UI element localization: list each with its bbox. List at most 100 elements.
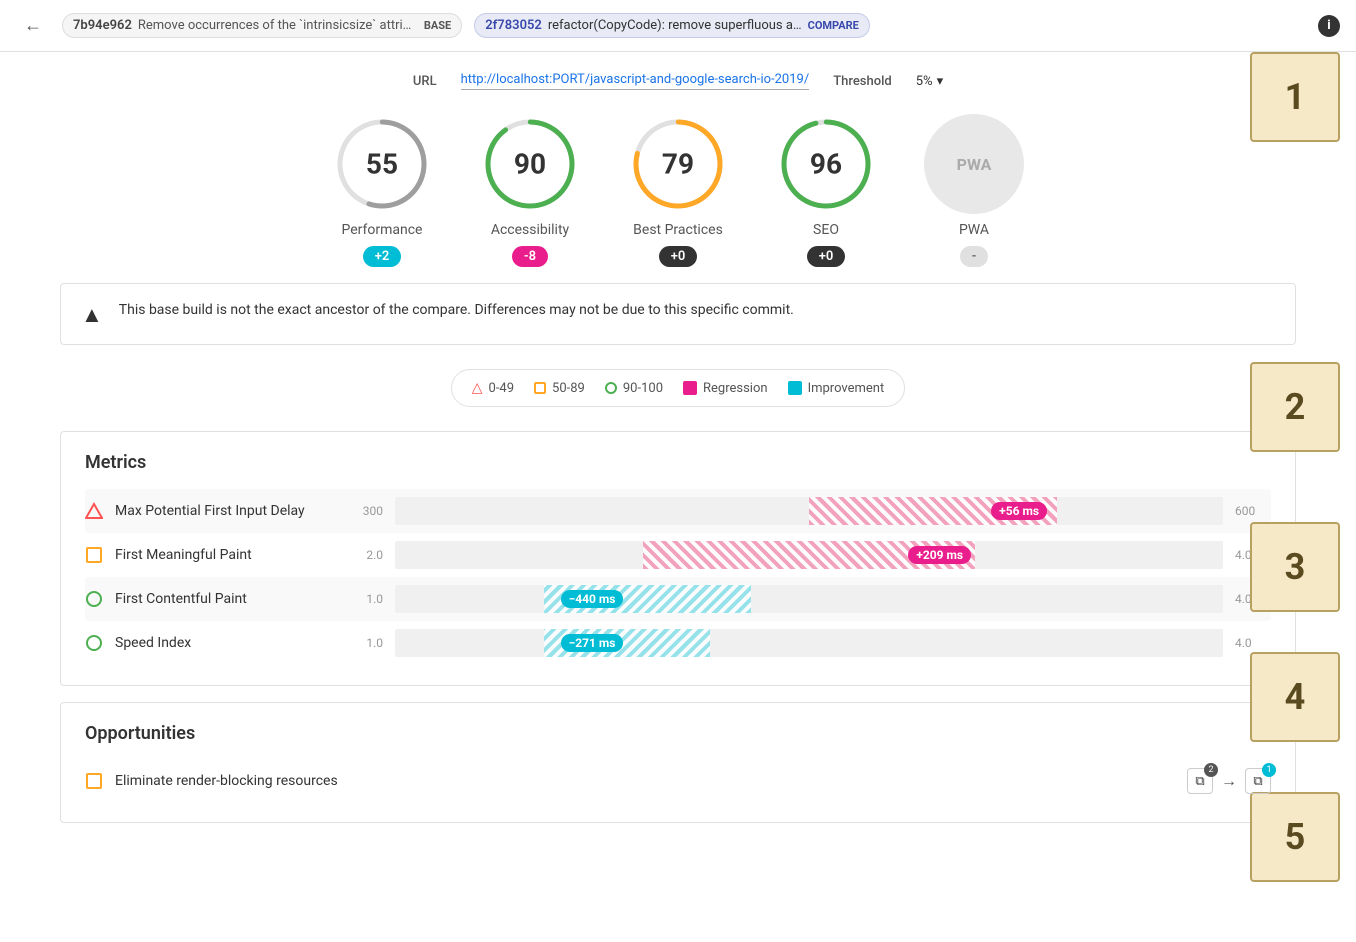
metric-badge-first-meaningful-paint: +209 ms: [908, 546, 971, 564]
annotation-2: 2: [1250, 362, 1340, 452]
score-label-accessibility: Accessibility: [491, 222, 569, 238]
metric-bar-speed-index: −271 ms: [395, 629, 1223, 657]
metric-max-max-potential-fid: 600: [1235, 504, 1271, 518]
opportunities-rows: Eliminate render-blocking resources ⧉ 2 …: [85, 760, 1271, 802]
metric-badge-speed-index: −271 ms: [561, 634, 624, 652]
compare-hash: 2f783052: [485, 18, 542, 33]
base-commit-chip[interactable]: 7b94e962 Remove occurrences of the `intr…: [62, 13, 462, 38]
legend-regression: Regression: [683, 380, 768, 396]
score-circle-accessibility: 90: [480, 114, 580, 214]
score-item-best-practices[interactable]: 79 Best Practices +0: [628, 114, 728, 267]
metric-bar-first-meaningful-paint: +209 ms: [395, 541, 1223, 569]
metric-row-first-meaningful-paint: First Meaningful Paint 2.0 +209 ms 4.0: [85, 533, 1271, 577]
chevron-down-icon: ▾: [937, 74, 944, 89]
score-item-performance[interactable]: 55 Performance +2: [332, 114, 432, 267]
compare-badge: COMPARE: [808, 19, 859, 32]
warning-text: This base build is not the exact ancesto…: [119, 300, 794, 321]
legend-0-49-label: 0-49: [489, 381, 515, 396]
triangle-icon: △: [472, 380, 483, 396]
base-hash: 7b94e962: [73, 18, 132, 33]
metric-min-speed-index: 1.0: [347, 636, 383, 650]
opportunities-section: Opportunities Eliminate render-blocking …: [60, 702, 1296, 823]
annotation-1: 1: [1250, 52, 1340, 142]
copy-icon-2: ⧉: [1253, 774, 1262, 789]
metric-badge-first-contentful-paint: −440 ms: [561, 590, 624, 608]
score-badge-pwa: -: [960, 246, 989, 267]
opp-compare-btn-eliminate-render-blocking[interactable]: ⧉ 1: [1245, 768, 1271, 794]
scores-row: 55 Performance +2 90 Accessibility -8 79…: [60, 114, 1296, 267]
score-value-accessibility: 90: [514, 148, 546, 181]
metric-min-first-contentful-paint: 1.0: [347, 592, 383, 606]
pwa-circle: PWA: [924, 114, 1024, 214]
improvement-color-box: [788, 381, 802, 395]
opp-actions-eliminate-render-blocking: ⧉ 2 → ⧉ 1: [1187, 768, 1271, 794]
legend-90-100-label: 90-100: [623, 381, 663, 396]
opp-base-btn-eliminate-render-blocking[interactable]: ⧉ 2: [1187, 768, 1213, 794]
metric-row-first-contentful-paint: First Contentful Paint 1.0 −440 ms 4.0: [85, 577, 1271, 621]
url-row: URL http://localhost:PORT/javascript-and…: [60, 72, 1296, 90]
metric-name-speed-index: Speed Index: [115, 635, 335, 651]
threshold-label: Threshold: [833, 74, 892, 89]
annotation-3: 3: [1250, 522, 1340, 612]
metric-name-first-contentful-paint: First Contentful Paint: [115, 591, 335, 607]
score-badge-best-practices: +0: [659, 246, 698, 267]
threshold-val: 5%: [916, 74, 933, 89]
legend-improvement-label: Improvement: [808, 381, 885, 396]
score-label-seo: SEO: [813, 222, 839, 238]
compare-commit-chip[interactable]: 2f783052 refactor(CopyCode): remove supe…: [474, 13, 870, 38]
score-label-best-practices: Best Practices: [633, 222, 723, 238]
legend-90-100: 90-100: [605, 380, 663, 396]
opp-icon-eliminate-render-blocking: [85, 772, 103, 790]
copy-icon: ⧉: [1195, 774, 1204, 789]
url-label: URL: [413, 74, 437, 89]
opportunities-title: Opportunities: [85, 723, 1271, 744]
header: ← 7b94e962 Remove occurrences of the `in…: [0, 0, 1356, 52]
score-value-performance: 55: [366, 148, 398, 181]
back-button[interactable]: ←: [16, 11, 50, 40]
metric-min-first-meaningful-paint: 2.0: [347, 548, 383, 562]
metrics-title: Metrics: [85, 452, 1271, 473]
score-value-seo: 96: [810, 148, 842, 181]
score-circle-best-practices: 79: [628, 114, 728, 214]
opp-name-eliminate-render-blocking: Eliminate render-blocking resources: [115, 773, 1175, 789]
metric-bar-max-potential-fid: +56 ms: [395, 497, 1223, 525]
main-content: 1 2 3 4 5 URL http://localhost:PORT/java…: [0, 52, 1356, 859]
opportunity-row-eliminate-render-blocking: Eliminate render-blocking resources ⧉ 2 …: [85, 760, 1271, 802]
metrics-rows: Max Potential First Input Delay 300 +56 …: [85, 489, 1271, 665]
annotation-5: 5: [1250, 792, 1340, 882]
regression-color-box: [683, 381, 697, 395]
base-badge: BASE: [424, 19, 451, 32]
square-icon: [534, 382, 546, 394]
url-value[interactable]: http://localhost:PORT/javascript-and-goo…: [461, 72, 810, 90]
opp-base-count-eliminate-render-blocking: 2: [1204, 763, 1218, 777]
metrics-section: Metrics Max Potential First Input Delay …: [60, 431, 1296, 686]
score-item-pwa[interactable]: PWA PWA -: [924, 114, 1024, 267]
metric-badge-max-potential-fid: +56 ms: [991, 502, 1047, 520]
score-circle-seo: 96: [776, 114, 876, 214]
score-circle-performance: 55: [332, 114, 432, 214]
legend-improvement: Improvement: [788, 380, 885, 396]
legend-50-89: 50-89: [534, 380, 585, 396]
score-item-seo[interactable]: 96 SEO +0: [776, 114, 876, 267]
metric-icon-speed-index: [85, 634, 103, 652]
metric-row-speed-index: Speed Index 1.0 −271 ms 4.0: [85, 621, 1271, 665]
score-badge-performance: +2: [363, 246, 402, 267]
warning-box: ▲ This base build is not the exact ances…: [60, 283, 1296, 345]
score-item-accessibility[interactable]: 90 Accessibility -8: [480, 114, 580, 267]
threshold-dropdown[interactable]: 5% ▾: [916, 74, 943, 89]
legend-50-89-label: 50-89: [552, 381, 585, 396]
metric-icon-first-contentful-paint: [85, 590, 103, 608]
warning-icon: ▲: [81, 302, 103, 328]
base-desc: Remove occurrences of the `intrinsicsize…: [138, 18, 418, 33]
metric-max-speed-index: 4.0: [1235, 636, 1271, 650]
metric-name-max-potential-fid: Max Potential First Input Delay: [115, 503, 335, 519]
metric-row-max-potential-fid: Max Potential First Input Delay 300 +56 …: [85, 489, 1271, 533]
metric-bar-first-contentful-paint: −440 ms: [395, 585, 1223, 613]
metric-icon-max-potential-fid: [85, 502, 103, 520]
metric-icon-first-meaningful-paint: [85, 546, 103, 564]
info-icon[interactable]: i: [1318, 15, 1340, 37]
score-badge-accessibility: -8: [512, 246, 548, 267]
score-badge-seo: +0: [807, 246, 846, 267]
opp-compare-count-eliminate-render-blocking: 1: [1262, 763, 1276, 777]
score-label-pwa: PWA: [959, 222, 989, 238]
